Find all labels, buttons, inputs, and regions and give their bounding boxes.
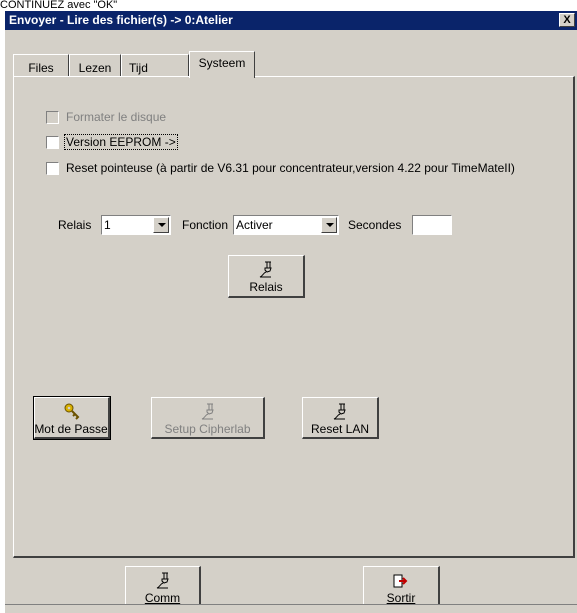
chevron-down-icon[interactable] — [321, 217, 337, 233]
chevron-down-icon[interactable] — [153, 217, 169, 233]
secondes-input[interactable] — [412, 215, 452, 235]
close-button[interactable]: X — [559, 13, 575, 27]
comm-button[interactable]: Comm — [125, 566, 201, 609]
plug-icon — [201, 403, 214, 420]
sortir-button-label: Sortir — [386, 591, 416, 605]
setup-cipherlab-button-label: Setup Cipherlab — [164, 422, 251, 436]
comm-button-label: Comm — [144, 591, 181, 605]
relais-button-label: Relais — [249, 280, 283, 294]
key-icon — [64, 403, 79, 420]
password-button[interactable]: Mot de Passe — [33, 396, 111, 440]
plug-icon — [259, 261, 272, 278]
title-bar[interactable]: Envoyer - Lire des fichier(s) -> 0:Ateli… — [5, 11, 577, 30]
relais-select[interactable]: 1 — [101, 215, 171, 235]
plug-icon — [333, 403, 346, 420]
exit-icon — [393, 574, 408, 588]
dialog-window: Envoyer - Lire des fichier(s) -> 0:Ateli… — [4, 10, 577, 613]
tab-label: Files — [28, 61, 54, 75]
tab-tijd[interactable]: Tijd — [121, 54, 189, 76]
secondes-label: Secondes — [348, 218, 402, 232]
fonction-value: Activer — [236, 218, 273, 232]
tab-lezen[interactable]: Lezen — [69, 54, 121, 76]
relais-value: 1 — [104, 218, 111, 232]
fonction-label: Fonction — [182, 218, 229, 232]
close-icon: X — [563, 14, 571, 26]
tab-label: Lezen — [78, 61, 112, 75]
reset-lan-button[interactable]: Reset LAN — [302, 397, 379, 439]
eeprom-version-checkbox[interactable] — [46, 136, 59, 149]
tab-files[interactable]: Files — [13, 54, 69, 76]
setup-cipherlab-button[interactable]: Setup Cipherlab — [151, 397, 265, 439]
relais-label: Relais — [58, 218, 92, 232]
tab-label: Tijd — [129, 61, 148, 75]
relais-button[interactable]: Relais — [228, 255, 305, 298]
password-button-label: Mot de Passe — [34, 422, 108, 436]
systeem-panel: Formater le disque Version EEPROM -> Res… — [13, 76, 575, 558]
reset-lan-button-label: Reset LAN — [310, 422, 370, 436]
sortir-button[interactable]: Sortir — [363, 566, 440, 609]
window-title: Envoyer - Lire des fichier(s) -> 0:Ateli… — [9, 13, 233, 27]
tab-systeem[interactable]: Systeem — [189, 51, 255, 78]
eeprom-version-label[interactable]: Version EEPROM -> — [64, 134, 178, 150]
reset-pointeuse-checkbox[interactable] — [46, 162, 59, 175]
format-disk-label: Formater le disque — [66, 110, 167, 124]
tab-label: Systeem — [198, 56, 246, 70]
reset-pointeuse-label[interactable]: Reset pointeuse (à partir de V6.31 pour … — [66, 161, 515, 175]
format-disk-checkbox — [46, 111, 59, 124]
fonction-select[interactable]: Activer — [233, 215, 339, 235]
plug-icon — [156, 572, 169, 589]
